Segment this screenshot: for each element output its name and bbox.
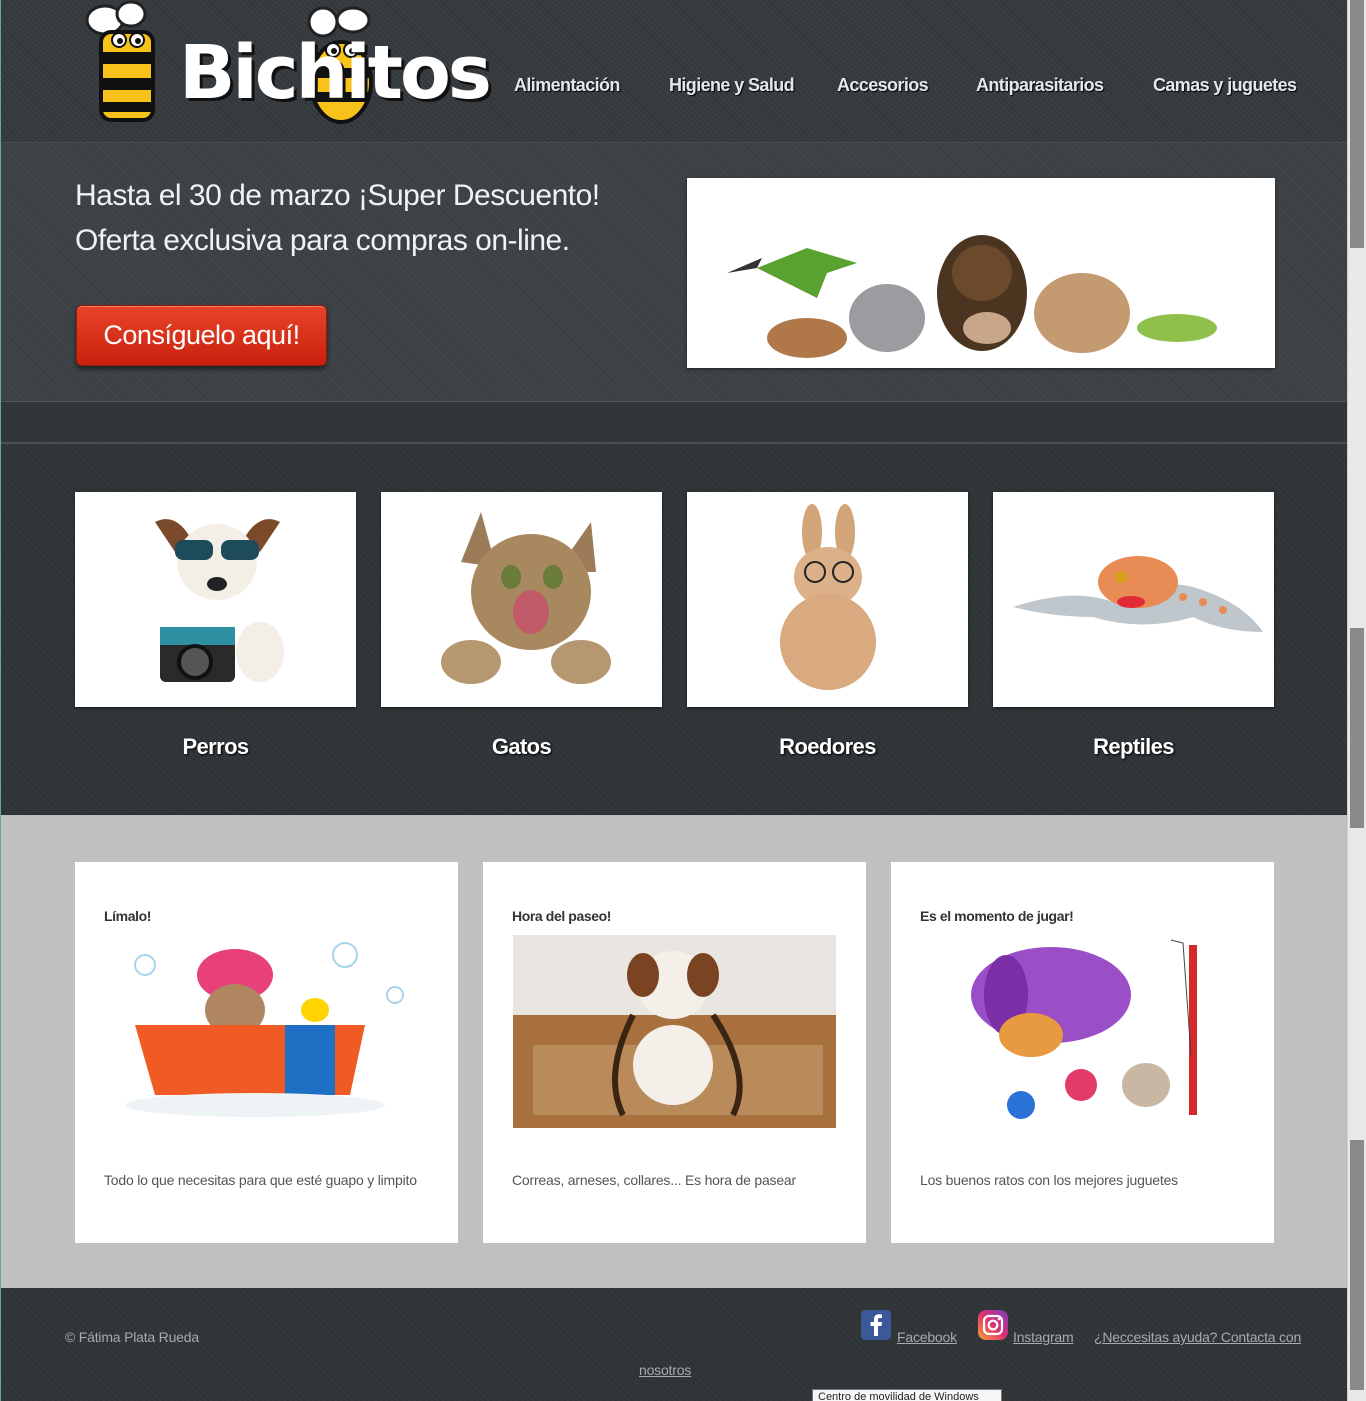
scrollbar-thumb-secondary[interactable] (1350, 628, 1364, 828)
category-label-perros[interactable]: Perros (75, 734, 356, 760)
hero-headline: Hasta el 30 de marzo ¡Super Descuento! (75, 179, 600, 212)
help-contact-link[interactable]: ¿Neccesitas ayuda? Contacta con (1094, 1329, 1301, 1345)
feature-image-bath (105, 935, 428, 1128)
category-card-roedores[interactable] (687, 492, 968, 707)
facebook-icon[interactable] (861, 1310, 891, 1340)
category-card-gatos[interactable] (381, 492, 662, 707)
site-footer: © Fátima Plata Rueda Facebook Instagram … (1, 1288, 1347, 1401)
scrollbar-thumb-lower[interactable] (1350, 1140, 1364, 1390)
feature-card-paseo[interactable]: Hora del paseo! Correas, arneses, collar… (483, 862, 866, 1243)
feature-image-toys (921, 935, 1244, 1128)
site-header: Bichitos Alimentación Higiene y Salud Ac… (1, 0, 1347, 143)
windows-mobility-tooltip: Centro de movilidad de Windows (812, 1389, 1002, 1401)
instagram-icon[interactable] (978, 1310, 1008, 1340)
main-nav: Alimentación Higiene y Salud Accesorios … (1, 75, 1347, 105)
feature-text: Los buenos ratos con los mejores juguete… (920, 1172, 1178, 1188)
nav-item-camas-juguetes[interactable]: Camas y juguetes (1153, 75, 1297, 96)
facebook-link[interactable]: Facebook (897, 1329, 957, 1345)
feature-title: Hora del paseo! (512, 908, 612, 924)
category-label-reptiles[interactable]: Reptiles (993, 734, 1274, 760)
nav-item-antiparasitarios[interactable]: Antiparasitarios (976, 75, 1104, 96)
feature-title: Límalo! (104, 908, 151, 924)
logo[interactable]: Bichitos (83, 0, 492, 130)
categories-section: Perros Gatos Roedores Reptiles (1, 444, 1347, 814)
hero-banner: Hasta el 30 de marzo ¡Super Descuento! O… (1, 143, 1347, 402)
feature-image-walk (513, 935, 836, 1128)
nav-item-alimentacion[interactable]: Alimentación (514, 75, 620, 96)
hero-pets-image (687, 178, 1275, 368)
feature-text: Correas, arneses, collares... Es hora de… (512, 1172, 796, 1188)
vertical-scrollbar[interactable] (1347, 0, 1366, 1401)
features-section: Límalo! Todo lo que necesitas para que e… (1, 815, 1347, 1288)
category-card-perros[interactable] (75, 492, 356, 707)
scrollbar-thumb[interactable] (1350, 0, 1364, 248)
help-contact-link-continued[interactable]: nosotros (639, 1362, 691, 1378)
nav-item-accesorios[interactable]: Accesorios (837, 75, 929, 96)
copyright-text: © Fátima Plata Rueda (65, 1329, 199, 1345)
category-label-gatos[interactable]: Gatos (381, 734, 662, 760)
hero-subheadline: Oferta exclusiva para compras on-line. (75, 224, 570, 257)
feature-card-jugar[interactable]: Es el momento de jugar! Los buenos ratos… (891, 862, 1274, 1243)
nav-item-higiene-salud[interactable]: Higiene y Salud (669, 75, 795, 96)
feature-title: Es el momento de jugar! (920, 908, 1074, 924)
cta-button[interactable]: Consíguelo aquí! (76, 305, 327, 366)
feature-card-limalo[interactable]: Límalo! Todo lo que necesitas para que e… (75, 862, 458, 1243)
instagram-link[interactable]: Instagram (1013, 1329, 1074, 1345)
category-card-reptiles[interactable] (993, 492, 1274, 707)
page: Bichitos Alimentación Higiene y Salud Ac… (0, 0, 1347, 1401)
feature-text: Todo lo que necesitas para que esté guap… (104, 1172, 417, 1188)
separator-strip (1, 402, 1347, 444)
category-label-roedores[interactable]: Roedores (687, 734, 968, 760)
